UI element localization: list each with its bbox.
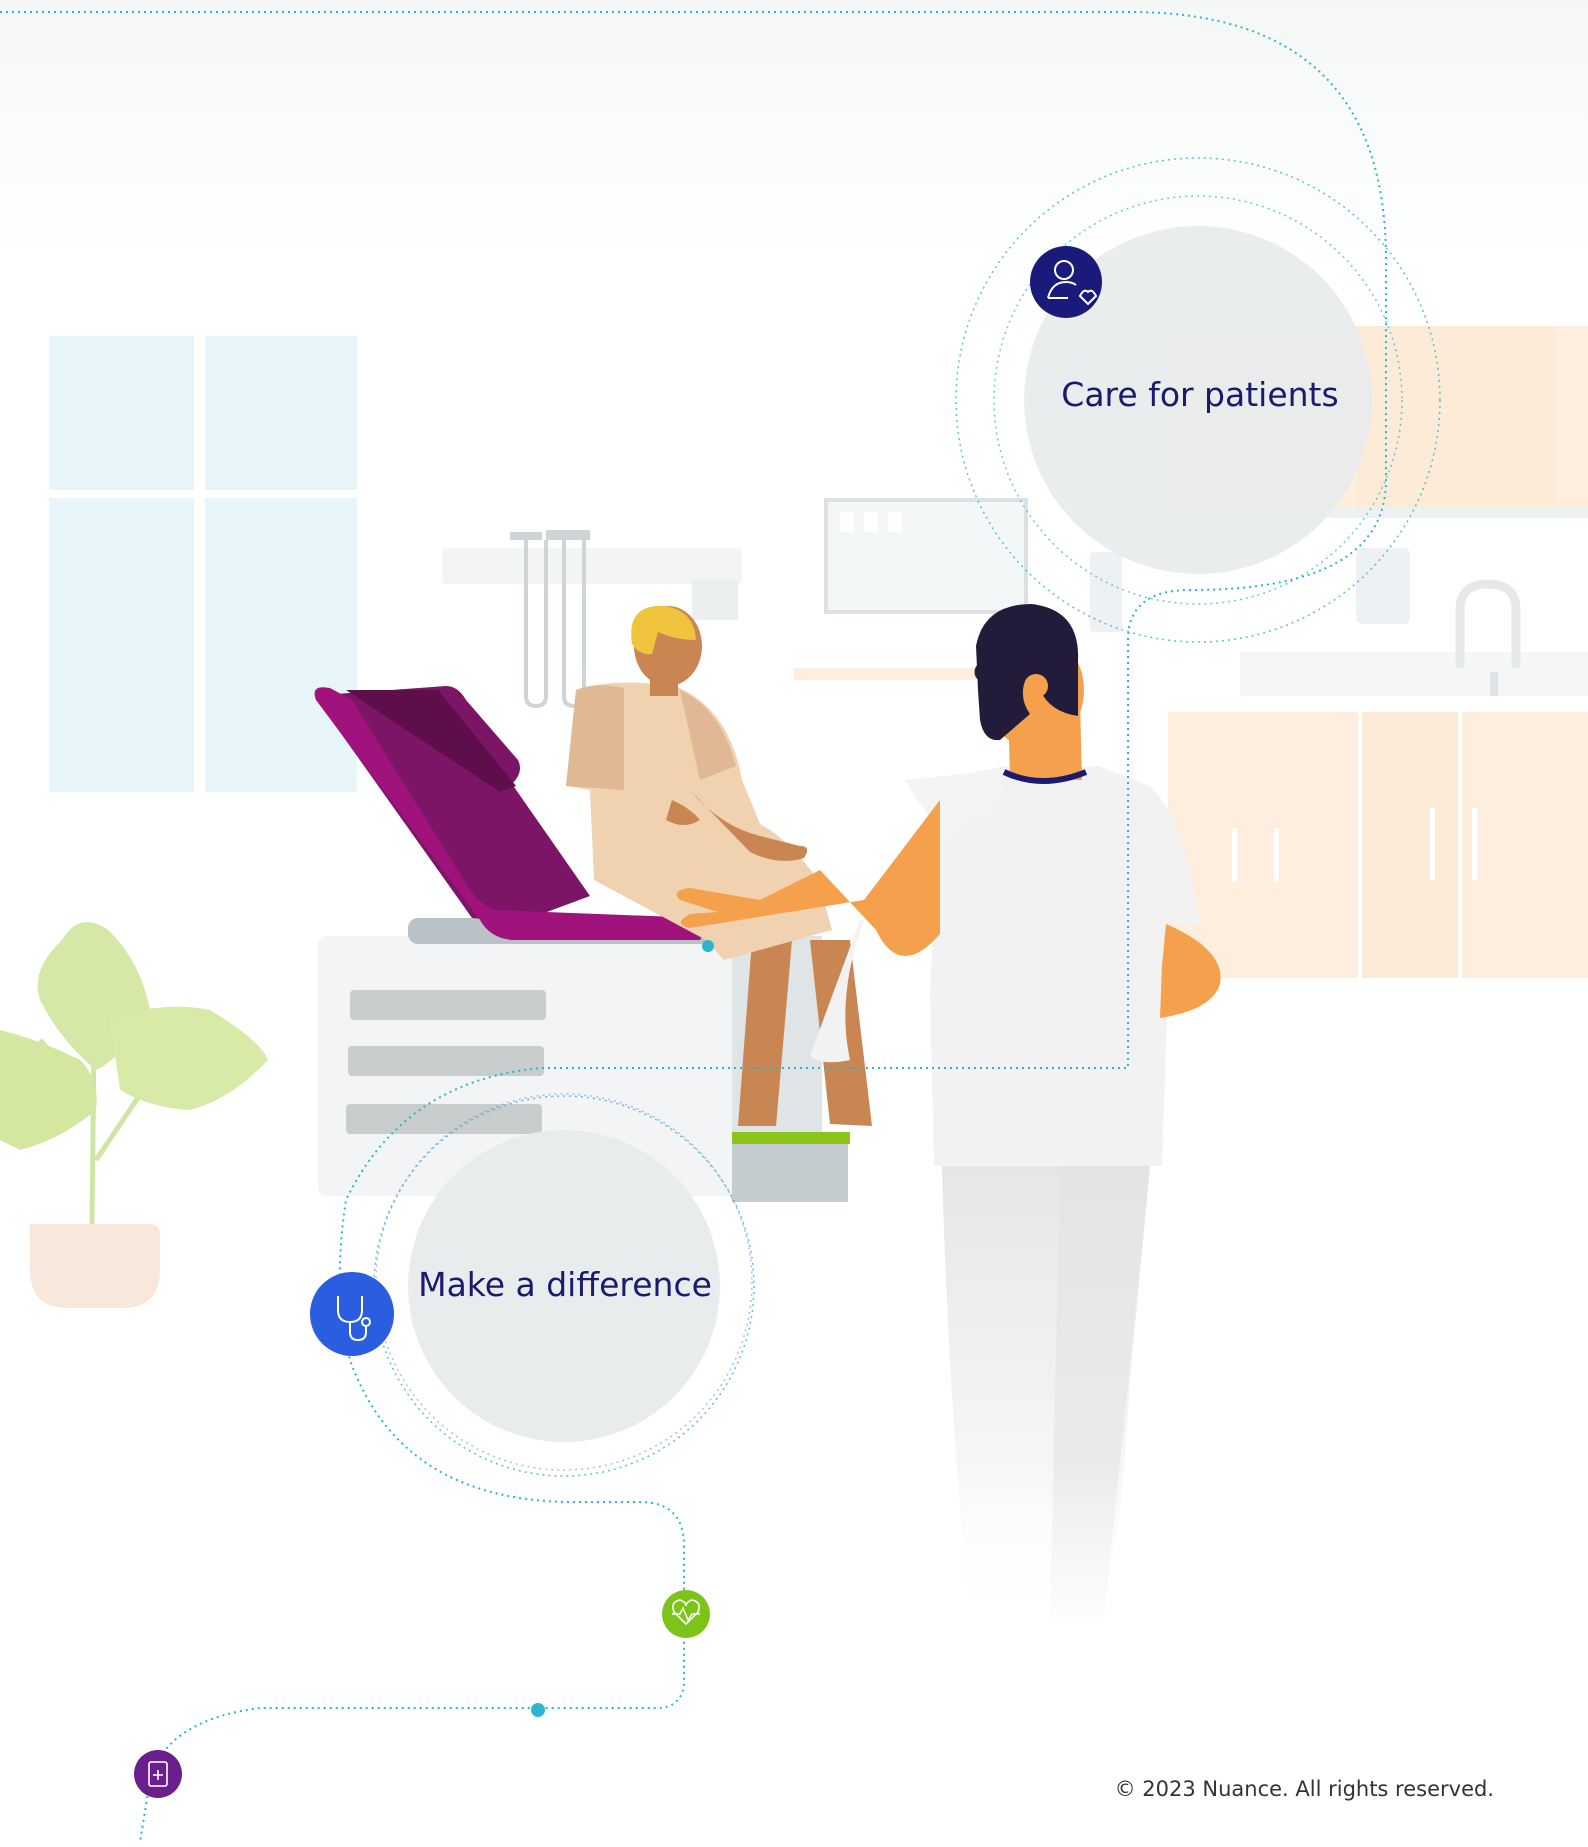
path-dot — [702, 940, 714, 952]
medical-record-icon — [134, 1750, 182, 1798]
top-background — [0, 0, 1588, 260]
person-heart-icon — [1030, 246, 1102, 318]
bottom-fade — [900, 1460, 1200, 1640]
path-dot — [531, 1703, 545, 1717]
plant — [0, 922, 268, 1308]
stethoscope-icon — [310, 1272, 394, 1356]
make-a-difference-label: Make a difference — [418, 1265, 712, 1304]
hero-illustration — [0, 0, 1588, 1843]
care-for-patients-label: Care for patients — [1061, 375, 1339, 414]
copyright-text: © 2023 Nuance. All rights reserved. — [1114, 1777, 1494, 1801]
heart-pulse-icon — [662, 1590, 710, 1638]
window — [49, 336, 357, 792]
